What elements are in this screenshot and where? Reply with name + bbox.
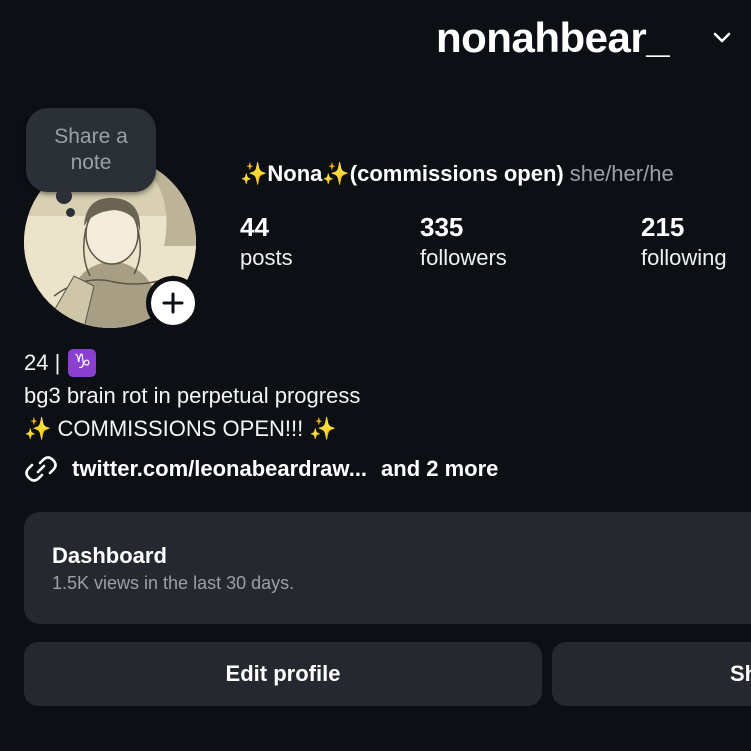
edit-profile-button[interactable]: Edit profile	[24, 642, 542, 706]
posts-count: 44	[240, 212, 269, 242]
bio-age-text: 24 |	[24, 350, 61, 375]
posts-label: posts	[240, 245, 293, 270]
link-url[interactable]: twitter.com/leonabeardraw...	[72, 456, 367, 482]
profile-page: nonahbear_ Share a note ✨Nona✨(commissio…	[0, 0, 751, 751]
bio-line-age: 24 | ♑	[24, 346, 360, 379]
following-count: 215	[641, 212, 685, 242]
more-links[interactable]: and 2 more	[381, 456, 498, 482]
followers-label: followers	[420, 245, 507, 270]
sparkle-icon: ✨	[24, 416, 52, 441]
link-icon	[25, 456, 57, 482]
capricorn-icon: ♑	[68, 348, 97, 377]
dashboard-subtitle: 1.5K views in the last 30 days.	[52, 573, 295, 593]
posts-stat[interactable]: 44 posts	[240, 212, 293, 274]
dashboard-card[interactable]: Dashboard 1.5K views in the last 30 days…	[24, 512, 751, 624]
display-name: ✨Nona✨(commissions open)	[240, 161, 564, 186]
note-tail-dot	[56, 188, 72, 204]
followers-stat[interactable]: 335 followers	[420, 212, 507, 274]
note-line-2: note	[70, 151, 112, 174]
chevron-down-icon[interactable]	[708, 24, 736, 52]
dashboard-title: Dashboard	[52, 543, 167, 568]
plus-icon	[162, 292, 184, 314]
following-label: following	[641, 245, 727, 270]
profile-name-row: ✨Nona✨(commissions open) she/her/he	[240, 158, 674, 190]
username-title[interactable]: nonahbear_	[436, 14, 670, 62]
followers-count: 335	[420, 212, 464, 242]
sparkle-icon: ✨	[309, 416, 337, 441]
note-tail-dot-small	[66, 208, 75, 217]
bio: 24 | ♑ bg3 brain rot in perpetual progre…	[24, 346, 360, 445]
profile-links[interactable]: twitter.com/leonabeardraw... and 2 more	[24, 452, 498, 486]
following-stat[interactable]: 215 following	[641, 212, 727, 274]
bio-line-commissions: ✨ COMMISSIONS OPEN!!! ✨	[24, 412, 360, 445]
pronouns: she/her/he	[569, 161, 674, 186]
bio-line-interest: bg3 brain rot in perpetual progress	[24, 383, 361, 408]
share-note-bubble[interactable]: Share a note	[26, 108, 156, 192]
commissions-text: COMMISSIONS OPEN!!!	[57, 416, 304, 441]
note-line-1: Share a	[54, 125, 128, 148]
add-story-button[interactable]	[146, 276, 200, 330]
share-profile-button[interactable]: Sh	[552, 642, 751, 706]
